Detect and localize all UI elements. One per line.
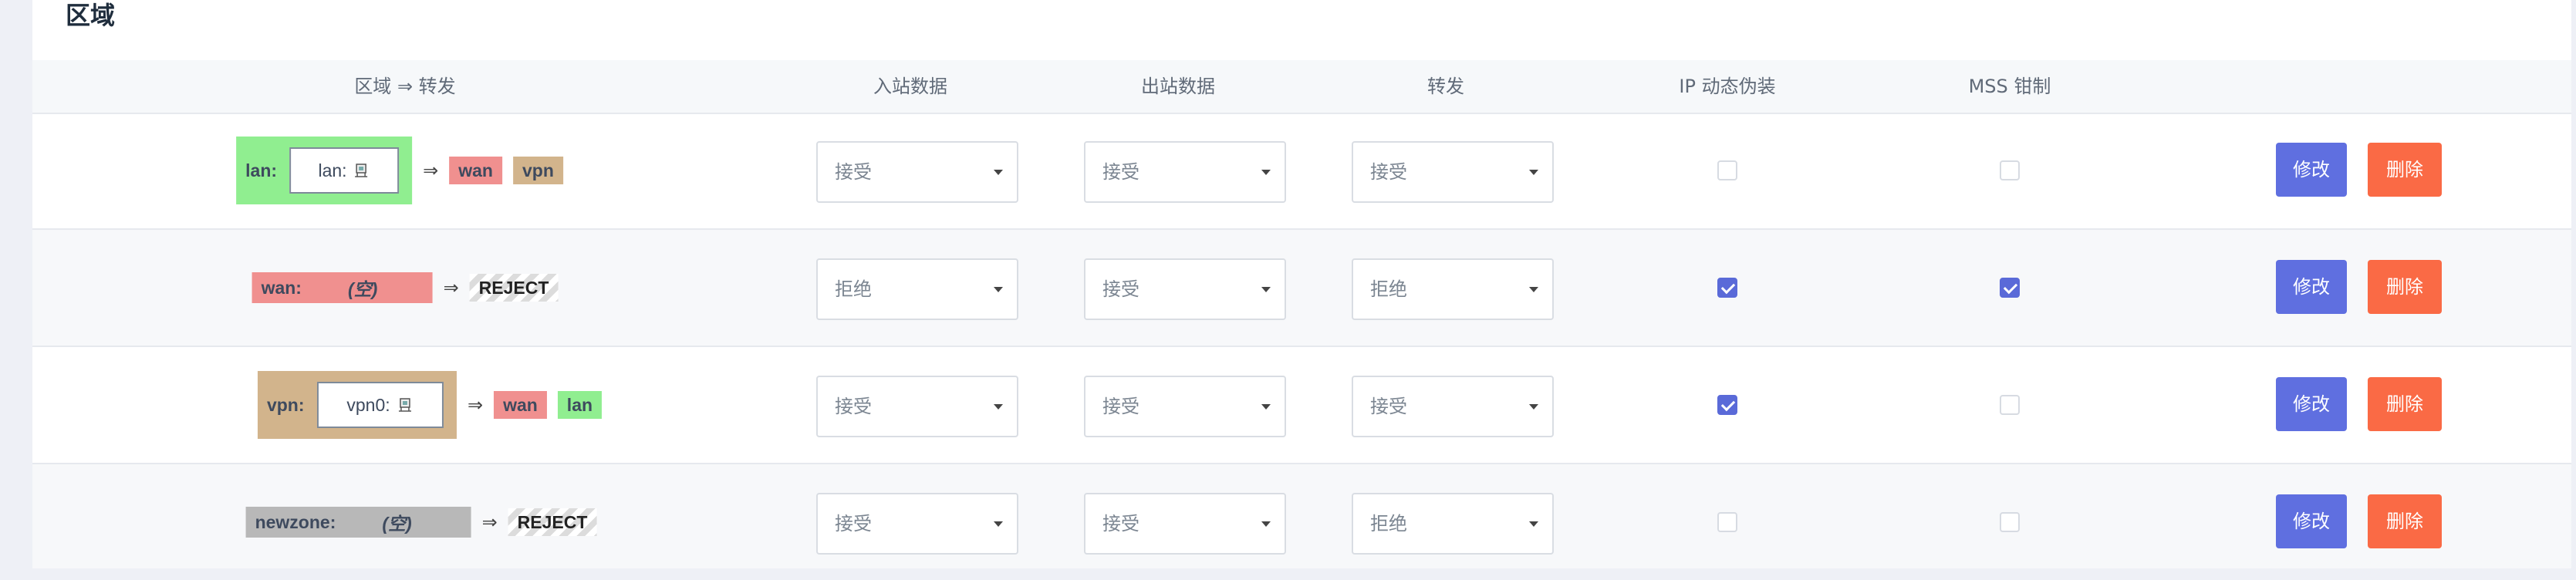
network-port-icon [397,396,414,413]
select-value: 接受 [835,161,872,183]
zone-name: wan: [261,277,302,298]
zone-badge-lan: lan: lan: [236,137,413,204]
chevron-down-icon [1529,521,1538,527]
select-value: 接受 [835,396,872,417]
select-value: 接受 [1102,396,1139,417]
forward-arrow: ⇒ [423,160,439,181]
input-policy-select[interactable]: 接受 [816,493,1018,555]
mss-clamping-checkbox[interactable] [2000,395,2020,415]
delete-button[interactable]: 删除 [2368,494,2442,548]
select-value: 接受 [1370,161,1407,183]
col-input: 入站数据 [873,76,947,97]
edit-button[interactable]: 修改 [2276,377,2347,431]
select-value: 接受 [1102,278,1139,300]
select-value: 拒绝 [835,278,872,300]
forward-target-vpn: vpn [512,157,563,184]
zone-forward-cell: vpn: vpn0: ⇒ wan lan [32,347,812,463]
forward-policy-select[interactable]: 接受 [1352,141,1554,203]
masquerade-checkbox[interactable] [1717,160,1737,180]
forward-policy-select[interactable]: 拒绝 [1352,258,1554,320]
select-value: 接受 [1102,513,1139,534]
chevron-down-icon [1529,287,1538,292]
empty-interfaces: (空) [382,514,412,534]
chevron-down-icon [1261,170,1271,175]
forward-arrow: ⇒ [481,511,498,533]
output-policy-select[interactable]: 接受 [1084,376,1286,437]
chevron-down-icon [1529,404,1538,410]
edit-button[interactable]: 修改 [2276,143,2347,197]
select-value: 接受 [835,513,872,534]
empty-interfaces: (空) [347,279,378,299]
chevron-down-icon [1261,287,1271,292]
zone-forward-cell: newzone: (空) ⇒ REJECT [32,464,812,580]
chevron-down-icon [994,404,1003,410]
select-value: 接受 [1102,161,1139,183]
zone-row-vpn: vpn: vpn0: ⇒ wan lan 接受 接受 接受 修改 删除 [32,347,2571,464]
col-zone-forward: 区域 ⇒ 转发 [354,76,456,97]
input-policy-select[interactable]: 拒绝 [816,258,1018,320]
table-header: 区域 ⇒ 转发 入站数据 出站数据 转发 IP 动态伪装 MSS 钳制 [32,60,2571,114]
delete-button[interactable]: 删除 [2368,143,2442,197]
forward-arrow: ⇒ [467,394,484,416]
zone-row-wan: wan: (空) ⇒ REJECT 拒绝 接受 拒绝 修改 删除 [32,230,2571,347]
select-value: 接受 [1370,396,1407,417]
chevron-down-icon [1261,521,1271,527]
mss-clamping-checkbox[interactable] [2000,278,2020,298]
forward-policy-select[interactable]: 接受 [1352,376,1554,437]
select-value: 拒绝 [1370,513,1407,534]
forward-target-wan: wan [494,391,547,419]
forward-target-lan: lan [557,391,603,419]
edit-button[interactable]: 修改 [2276,260,2347,314]
select-value: 拒绝 [1370,278,1407,300]
forward-arrow: ⇒ [443,277,459,298]
zone-forward-cell: lan: lan: ⇒ wan vpn [32,113,812,228]
zone-forward-cell: wan: (空) ⇒ REJECT [32,230,812,346]
edit-button[interactable]: 修改 [2276,494,2347,548]
zone-name: vpn: [266,394,305,415]
input-policy-select[interactable]: 接受 [816,141,1018,203]
output-policy-select[interactable]: 接受 [1084,258,1286,320]
chevron-down-icon [994,170,1003,175]
forward-reject: REJECT [469,274,559,302]
zone-badge-newzone: newzone: (空) [245,507,471,538]
masquerade-checkbox[interactable] [1717,512,1737,532]
network-port-icon [353,162,370,179]
output-policy-select[interactable]: 接受 [1084,493,1286,555]
forward-reject: REJECT [508,508,597,536]
zone-badge-vpn: vpn: vpn0: [257,371,457,439]
zone-name: lan: [245,160,278,180]
col-mss-clamping: MSS 钳制 [1968,76,2051,97]
section-title: 区域 [66,1,116,30]
chevron-down-icon [1261,404,1271,410]
zone-badge-wan: wan: (空) [252,272,433,303]
mss-clamping-checkbox[interactable] [2000,160,2020,180]
interface-name: lan: [318,160,347,180]
interface-box: lan: [289,147,400,194]
output-policy-select[interactable]: 接受 [1084,141,1286,203]
masquerade-checkbox[interactable] [1717,278,1737,298]
masquerade-checkbox[interactable] [1717,395,1737,415]
forward-target-wan: wan [449,157,502,184]
chevron-down-icon [994,521,1003,527]
delete-button[interactable]: 删除 [2368,260,2442,314]
mss-clamping-checkbox[interactable] [2000,512,2020,532]
forward-policy-select[interactable]: 拒绝 [1352,493,1554,555]
chevron-down-icon [1529,170,1538,175]
zone-row-lan: lan: lan: ⇒ wan vpn 接受 接受 接受 修改 删除 [32,113,2571,230]
col-output: 出站数据 [1141,76,1215,97]
zone-name: newzone: [255,511,336,532]
chevron-down-icon [994,287,1003,292]
col-masquerade: IP 动态伪装 [1679,76,1776,97]
interface-name: vpn0: [346,394,390,415]
interface-box: vpn0: [316,382,444,428]
delete-button[interactable]: 删除 [2368,377,2442,431]
col-forward: 转发 [1427,76,1464,97]
zone-row-newzone: newzone: (空) ⇒ REJECT 接受 接受 拒绝 修改 删除 [32,464,2571,568]
input-policy-select[interactable]: 接受 [816,376,1018,437]
